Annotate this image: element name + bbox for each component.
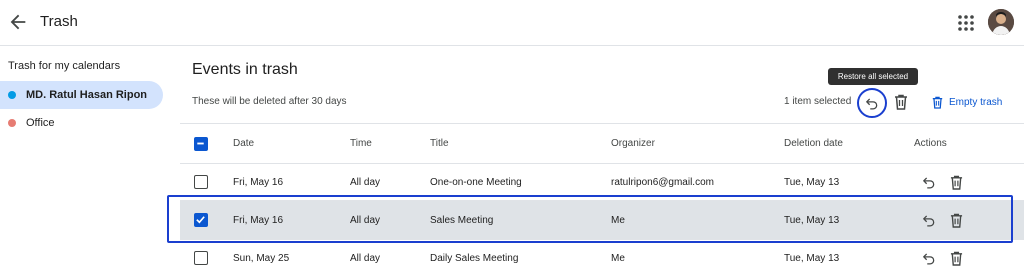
table-header-row: Date Time Title Organizer Deletion date … (180, 124, 1024, 164)
sidebar-item-label: Office (26, 117, 55, 129)
delete-forever-icon[interactable] (950, 251, 963, 266)
table-row[interactable]: Fri, May 16 All day One-on-one Meeting r… (180, 164, 1024, 201)
event-deletion-date: Tue, May 13 (784, 214, 840, 226)
event-date: Fri, May 16 (233, 214, 284, 226)
event-date: Fri, May 16 (233, 176, 284, 188)
check-icon (196, 216, 205, 224)
event-organizer: Me (611, 253, 625, 264)
apps-grid-icon[interactable] (956, 13, 976, 33)
restore-all-selected-button[interactable] (857, 88, 887, 118)
selected-count: 1 item selected (784, 96, 852, 107)
row-checkbox[interactable] (194, 175, 208, 189)
event-time: All day (350, 176, 381, 188)
trash-table: Date Time Title Organizer Deletion date … (180, 123, 1024, 276)
calendar-color-dot (8, 119, 16, 127)
event-time: All day (350, 214, 381, 226)
profile-photo-icon (988, 9, 1014, 35)
empty-trash-label: Empty trash (949, 96, 1003, 108)
column-header-time[interactable]: Time (350, 124, 372, 163)
restore-icon[interactable] (922, 213, 936, 227)
column-header-actions: Actions (914, 138, 947, 149)
row-checkbox[interactable] (194, 251, 208, 265)
arrow-back-icon[interactable] (7, 11, 29, 33)
column-header-organizer[interactable]: Organizer (611, 124, 655, 163)
event-title: One-on-one Meeting (430, 176, 522, 188)
event-title: Sales Meeting (430, 214, 494, 226)
sidebar: Trash for my calendars MD. Ratul Hasan R… (0, 47, 170, 276)
event-deletion-date: Tue, May 13 (784, 253, 840, 264)
delete-forever-icon[interactable] (950, 175, 963, 190)
table-row[interactable]: Sun, May 25 All day Daily Sales Meeting … (180, 240, 1024, 276)
empty-trash-button[interactable]: Empty trash (932, 95, 1002, 109)
event-organizer: ratulripon6@gmail.com (611, 176, 714, 188)
select-all-checkbox[interactable] (194, 137, 208, 151)
delete-forever-icon[interactable] (950, 213, 963, 228)
sidebar-item-label: MD. Ratul Hasan Ripon (26, 89, 148, 101)
event-time: All day (350, 253, 381, 264)
retention-notice: These will be deleted after 30 days (192, 96, 347, 107)
event-title: Daily Sales Meeting (430, 253, 519, 264)
restore-icon[interactable] (922, 251, 936, 265)
top-bar: Trash (0, 0, 1024, 46)
calendar-color-dot (8, 91, 16, 99)
column-header-title[interactable]: Title (430, 124, 449, 163)
indeterminate-icon (197, 142, 204, 145)
event-date: Sun, May 25 (233, 253, 290, 264)
event-organizer: Me (611, 214, 625, 226)
restore-icon[interactable] (922, 175, 936, 189)
column-header-date[interactable]: Date (233, 124, 254, 163)
sidebar-item-office[interactable]: Office (0, 109, 163, 137)
trash-icon (932, 96, 943, 109)
page-title: Trash (40, 13, 78, 30)
delete-selected-icon[interactable] (894, 94, 908, 110)
table-row[interactable]: Fri, May 16 All day Sales Meeting Me Tue… (180, 201, 1024, 240)
column-header-deletion-date[interactable]: Deletion date (784, 124, 843, 163)
row-checkbox[interactable] (194, 213, 208, 227)
sidebar-heading: Trash for my calendars (8, 60, 121, 72)
sidebar-item-ratul-calendar[interactable]: MD. Ratul Hasan Ripon (0, 81, 163, 109)
restore-tooltip: Restore all selected (828, 68, 918, 85)
event-deletion-date: Tue, May 13 (784, 176, 840, 188)
avatar[interactable] (988, 9, 1014, 35)
restore-icon (866, 98, 878, 110)
section-title: Events in trash (192, 61, 298, 78)
